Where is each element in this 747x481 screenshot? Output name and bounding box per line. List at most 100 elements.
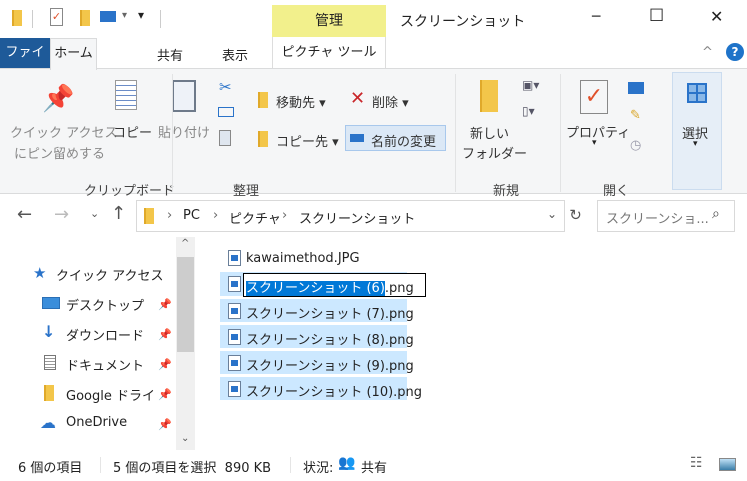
document-icon (44, 355, 56, 370)
tab-home[interactable]: ホーム (50, 38, 97, 70)
shared-users-icon: 👥 (338, 455, 356, 471)
breadcrumb-screenshots[interactable]: スクリーンショット (299, 208, 415, 227)
ribbon-tabs: ファイル ホーム 共有 表示 ピクチャ ツール ^ ? (0, 37, 747, 90)
clipboard-group-label: クリップボード (84, 184, 176, 199)
paste-icon (172, 80, 196, 112)
file-name: スクリーンショット (9).png (246, 359, 414, 374)
image-file-icon (228, 303, 241, 319)
address-bar[interactable]: › PC › ピクチャ › スクリーンショット ⌄ (136, 200, 584, 232)
open-group-label: 開く (603, 184, 630, 199)
nav-google-drive[interactable]: Google ドライ (66, 385, 158, 404)
nav-desktop[interactable]: デスクトップ (66, 295, 144, 314)
image-file-icon (228, 276, 241, 292)
pin-icon[interactable]: 📌 (158, 358, 172, 371)
qa-dropdown[interactable]: ▾ (122, 10, 127, 21)
file-item[interactable]: kawaimethod.JPG (220, 247, 407, 271)
select-icon (687, 83, 707, 103)
new-folder-label-2: フォルダー (462, 147, 528, 162)
new-folder-button[interactable]: 新しい (470, 123, 509, 142)
title-bar: ✓ ▾ ▾ 管理 スクリーンショット ─ ☐ ✕ (0, 0, 747, 37)
file-name: スクリーンショット (10).png (246, 385, 423, 400)
copy-path-icon[interactable] (218, 107, 234, 117)
image-file-icon (228, 329, 241, 345)
properties-quick-icon[interactable]: ✓ (50, 8, 63, 26)
share-state-value: 共有 (361, 461, 388, 476)
picture-quick-icon[interactable] (100, 11, 116, 22)
file-item-selected[interactable]: スクリーンショット (7).png (220, 298, 414, 322)
rename-icon (350, 134, 364, 142)
file-item-selected[interactable]: スクリーンショット (8).png (220, 324, 414, 348)
share-state-label: 状況: (303, 461, 334, 476)
new-group-label: 新規 (493, 184, 520, 199)
details-view-button[interactable]: ☷ (690, 455, 703, 471)
recent-chevron[interactable]: ⌄ (90, 207, 99, 220)
minimize-button[interactable]: ─ (592, 9, 600, 25)
new-folder-icon (480, 80, 498, 112)
paste-shortcut-icon[interactable] (219, 130, 231, 146)
file-item-selected[interactable]: スクリーンショット (9).png (220, 350, 414, 374)
file-name: スクリーンショット (7).png (246, 307, 414, 322)
tab-share[interactable]: 共有 (157, 45, 183, 64)
onedrive-icon: ☁ (40, 413, 56, 432)
new-item-icon[interactable]: ▣▾ (522, 78, 539, 92)
tab-view[interactable]: 表示 (222, 45, 248, 64)
nav-onedrive[interactable]: OneDrive (66, 415, 127, 430)
select-group[interactable]: 選択 ▾ (672, 72, 722, 190)
address-dropdown[interactable]: ⌄ (547, 207, 557, 221)
search-icon[interactable]: ⌕ (712, 206, 720, 222)
easy-access-icon[interactable]: ▯▾ (522, 104, 535, 118)
pin-icon[interactable]: 📌 (158, 328, 172, 341)
cut-icon[interactable]: ✂ (219, 78, 232, 96)
pin-quick-access-button[interactable]: クイック アクセス (10, 122, 117, 141)
copy-to-button[interactable]: コピー先 ▾ (276, 131, 339, 150)
image-file-icon (228, 355, 241, 371)
new-folder-quick-icon[interactable] (80, 10, 90, 26)
tab-picture-tools[interactable]: ピクチャ ツール (272, 37, 386, 68)
file-item-selected[interactable]: スクリーンショット (10).png (220, 376, 422, 400)
large-icons-view-button[interactable] (719, 458, 736, 471)
search-box[interactable]: スクリーンショ... ⌕ (597, 200, 735, 232)
nav-documents[interactable]: ドキュメント (66, 355, 144, 374)
rename-selected-text: スクリーンショット (6) (246, 281, 385, 296)
history-icon[interactable]: ◷ (630, 138, 641, 153)
nav-scrollbar[interactable]: ^ ⌄ (176, 237, 195, 450)
pin-icon[interactable]: 📌 (158, 298, 172, 311)
breadcrumb-pc[interactable]: PC (183, 208, 200, 223)
maximize-button[interactable]: ☐ (649, 6, 664, 26)
desktop-icon (42, 297, 60, 309)
rename-input[interactable]: スクリーンショット (6).png (243, 273, 426, 297)
close-button[interactable]: ✕ (710, 7, 723, 26)
up-button[interactable]: ↑ (111, 203, 126, 224)
scroll-up-button[interactable]: ^ (181, 238, 189, 249)
selection-info: 5 個の項目を選択 890 KB (113, 461, 272, 476)
rename-label: 名前の変更 (371, 135, 437, 150)
refresh-button[interactable]: ↻ (564, 200, 586, 232)
pin-icon[interactable]: 📌 (158, 388, 172, 401)
folder-icon[interactable] (12, 10, 22, 26)
forward-button[interactable]: → (54, 204, 69, 225)
nav-downloads[interactable]: ダウンロード (66, 325, 144, 344)
delete-button[interactable]: 削除 ▾ (372, 92, 409, 111)
scroll-thumb[interactable] (177, 257, 194, 352)
back-button[interactable]: ← (17, 204, 32, 225)
tab-file[interactable]: ファイル (0, 38, 50, 90)
move-to-button[interactable]: 移動先 ▾ (276, 92, 326, 111)
copy-button[interactable]: コピー (113, 122, 152, 141)
collapse-ribbon-button[interactable]: ^ (702, 45, 713, 60)
properties-button[interactable]: プロパティ (566, 122, 630, 141)
pin-icon: 📌 (42, 84, 75, 114)
nav-quick-access[interactable]: クイック アクセス (56, 265, 163, 284)
rename-extension: .png (384, 281, 414, 296)
open-icon[interactable] (628, 82, 644, 94)
properties-icon: ✓ (580, 80, 608, 114)
move-to-icon (258, 92, 268, 108)
pin-icon[interactable]: 📌 (158, 418, 172, 431)
paste-button[interactable]: 貼り付け (158, 122, 210, 141)
properties-dropdown[interactable]: ▾ (592, 138, 597, 148)
customize-qa[interactable]: ▾ (138, 8, 144, 22)
help-button[interactable]: ? (726, 43, 744, 61)
scroll-down-button[interactable]: ⌄ (181, 433, 189, 444)
organize-group-label: 整理 (233, 184, 260, 199)
edit-icon[interactable]: ✎ (630, 108, 641, 123)
breadcrumb-pictures[interactable]: ピクチャ (229, 208, 281, 227)
